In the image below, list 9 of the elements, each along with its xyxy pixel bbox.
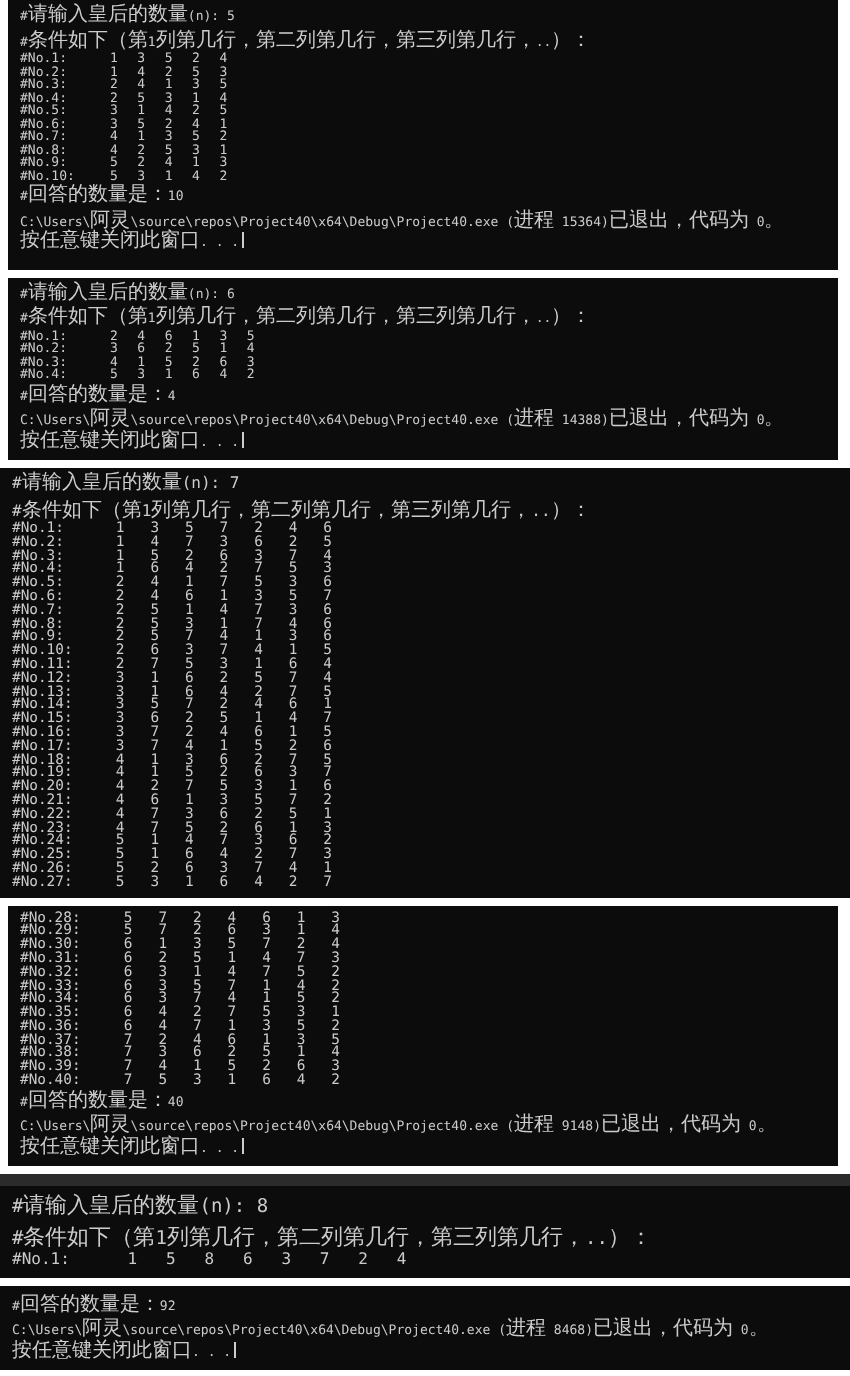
input-prompt: #请输入皇后的数量(n): 8 — [12, 1194, 271, 1221]
text-cursor — [241, 232, 244, 248]
text-cursor — [241, 431, 244, 447]
solution-row-text: #No.1: 1 5 8 6 3 7 2 4 — [12, 1252, 409, 1270]
input-prompt: #请输入皇后的数量(n): 7 — [12, 474, 242, 495]
output-heading: #条件如下（第1列第几行，第二列第几行，第三列第几行，..）： — [12, 501, 593, 521]
text-cursor — [233, 1341, 236, 1358]
text-cursor — [241, 1137, 244, 1154]
output-heading: #条件如下（第1列第几行，第二列第几行，第三列第几行，..）： — [12, 1226, 654, 1252]
